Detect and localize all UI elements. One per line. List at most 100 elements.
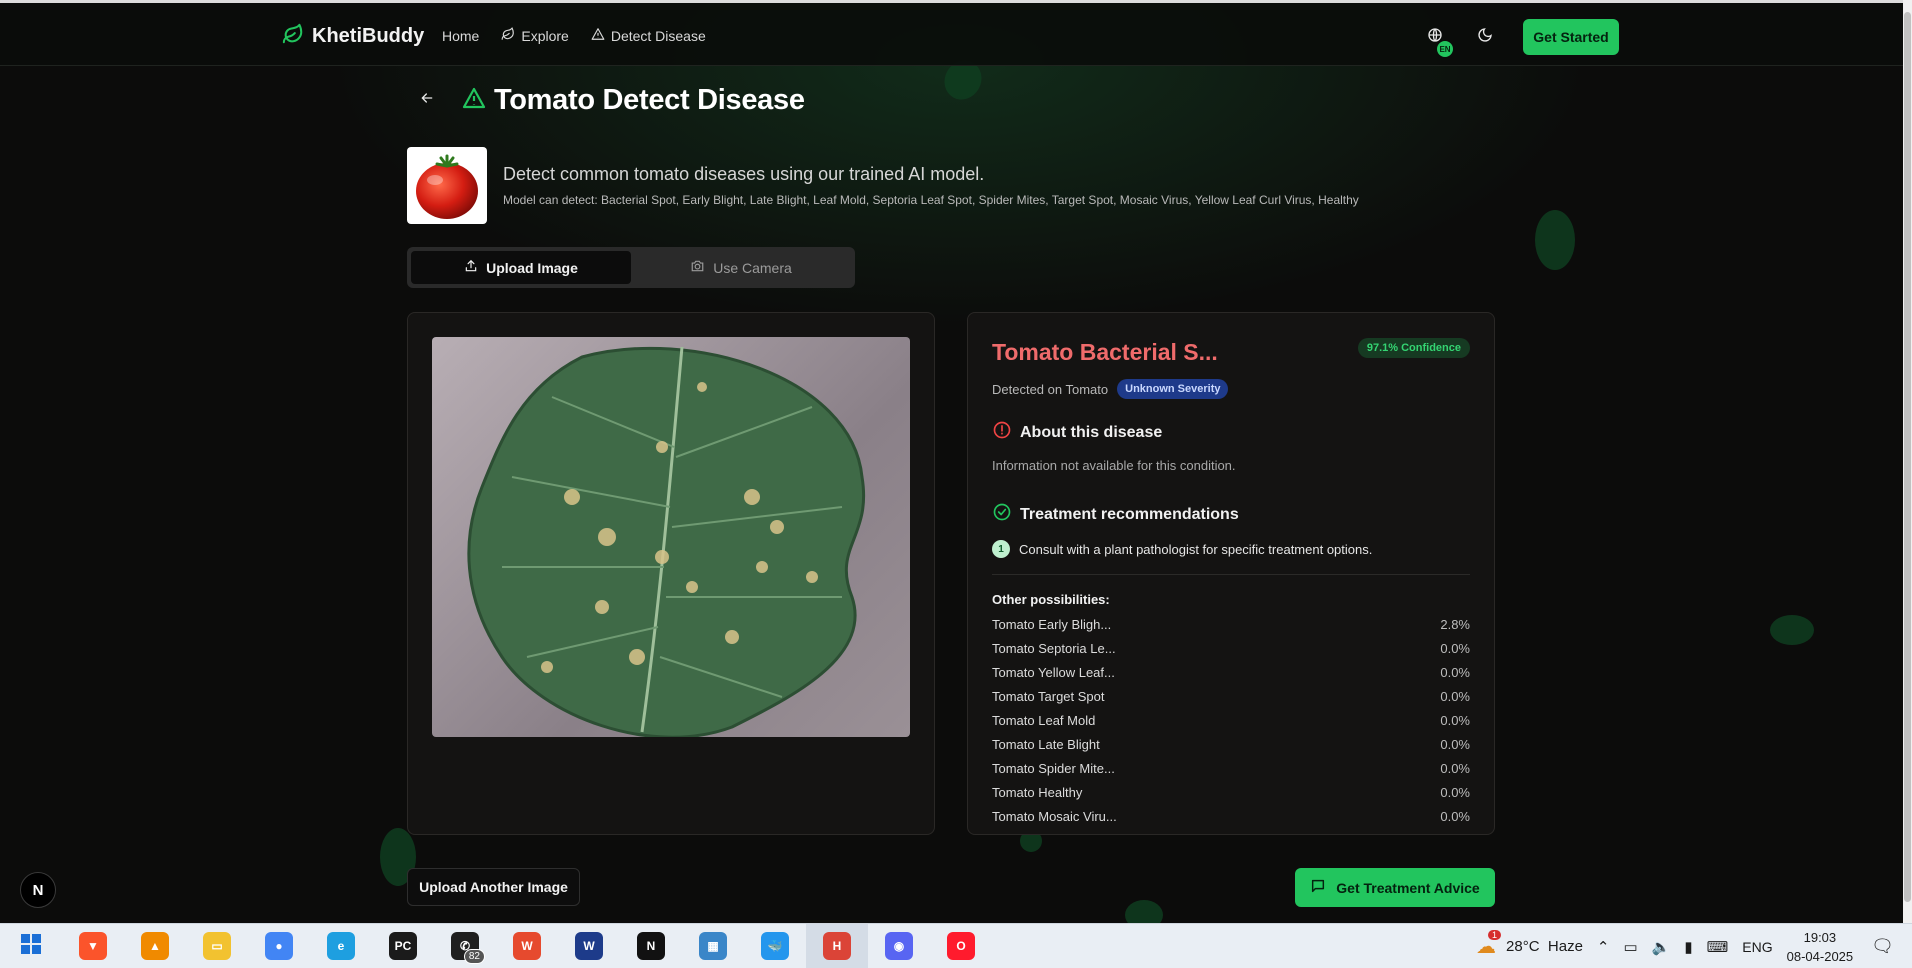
scrollbar-thumb[interactable] <box>1904 12 1911 902</box>
list-item: Tomato Early Bligh... 2.8% <box>992 617 1470 641</box>
get-treatment-advice-button[interactable]: Get Treatment Advice <box>1295 868 1495 907</box>
possibility-name: Tomato Early Bligh... <box>992 617 1112 632</box>
brand[interactable]: KhetiBuddy <box>282 23 424 50</box>
brave-icon: ▼ <box>79 932 107 960</box>
weather-widget[interactable]: ☁ 1 28°C Haze <box>1476 930 1583 959</box>
treatment-number: 1 <box>992 540 1010 558</box>
possibility-name: Tomato Yellow Leaf... <box>992 665 1115 680</box>
weather-text: 28°C Haze <box>1506 938 1583 955</box>
tray-overflow-chevron-up-icon[interactable]: ⌃ <box>1597 938 1610 956</box>
nav-detect-disease[interactable]: Detect Disease <box>591 27 706 44</box>
theme-toggle[interactable] <box>1473 25 1497 49</box>
about-text: Information not available for this condi… <box>992 458 1236 473</box>
chat-bubble-icon <box>1310 878 1326 897</box>
upload-another-button[interactable]: Upload Another Image <box>407 868 580 906</box>
main-nav: Home Explore Detect Disease <box>442 27 706 44</box>
warning-triangle-icon <box>462 86 486 115</box>
nav-home[interactable]: Home <box>442 27 479 44</box>
page-scrollbar[interactable] <box>1903 0 1912 923</box>
system-tray: ☁ 1 28°C Haze ⌃ ▭ 🔈 ▮ ⌨ ENG 19:03 08-04-… <box>1476 924 1912 968</box>
chrome-icon: ● <box>265 932 293 960</box>
list-item: Tomato Late Blight 0.0% <box>992 737 1470 761</box>
result-panel: Tomato Bacterial S... 97.1% Confidence D… <box>967 312 1495 835</box>
possibility-name: Tomato Spider Mite... <box>992 761 1115 776</box>
nav-explore[interactable]: Explore <box>501 27 569 44</box>
taskbar-app-vlc[interactable]: ▲ <box>124 924 186 968</box>
file-explorer-icon: ▭ <box>203 932 231 960</box>
windows-logo-icon <box>21 933 41 959</box>
taskbar-app-pycharm[interactable]: PC <box>372 924 434 968</box>
taskbar-app-chrome-profile[interactable]: H <box>806 923 868 968</box>
upload-icon <box>464 259 478 276</box>
taskbar-app-docker[interactable]: 🐳 <box>744 924 806 968</box>
tab-upload-image[interactable]: Upload Image <box>411 251 631 284</box>
warning-triangle-icon <box>591 27 605 44</box>
start-button[interactable] <box>0 924 62 968</box>
about-section-heading: About this disease <box>992 420 1470 445</box>
control-panel-icon: ▦ <box>699 932 727 960</box>
treatment-item: 1 Consult with a plant pathologist for s… <box>992 540 1470 558</box>
unread-count-badge: 82 <box>463 948 485 964</box>
crop-intro: Detect common tomato diseases using our … <box>407 147 1359 224</box>
uploaded-leaf-image <box>432 337 910 737</box>
possibility-value: 2.8% <box>1440 617 1470 632</box>
clock[interactable]: 19:03 08-04-2025 <box>1787 928 1854 966</box>
pycharm-icon: PC <box>389 932 417 960</box>
leaf-icon <box>501 27 515 44</box>
back-button[interactable] <box>412 86 442 116</box>
dev-indicator-button[interactable]: N <box>20 872 56 908</box>
language-indicator[interactable]: ENG <box>1742 939 1772 955</box>
edge-icon: e <box>327 932 355 960</box>
nav-detect-label: Detect Disease <box>610 27 706 44</box>
chrome-profile-icon: H <box>823 932 851 960</box>
list-item: Tomato Healthy 0.0% <box>992 785 1470 809</box>
taskbar-app-chrome[interactable]: ● <box>248 924 310 968</box>
list-item: Tomato Septoria Le... 0.0% <box>992 641 1470 665</box>
treatment-heading-text: Treatment recommendations <box>1020 505 1239 523</box>
notification-icon[interactable]: 🗨 <box>1871 936 1894 957</box>
other-possibilities-heading: Other possibilities: <box>992 592 1110 607</box>
header-actions: EN Get Started <box>1423 19 1619 57</box>
tab-use-camera[interactable]: Use Camera <box>631 251 851 284</box>
possibility-value: 0.0% <box>1440 737 1470 752</box>
volume-icon[interactable]: 🔈 <box>1652 938 1671 956</box>
vlc-icon: ▲ <box>141 932 169 960</box>
treatment-section-heading: Treatment recommendations <box>992 502 1470 527</box>
top-navbar: KhetiBuddy Home Explore Detect Disease E… <box>0 0 1903 66</box>
possibility-name: Tomato Target Spot <box>992 689 1105 704</box>
opera-icon: O <box>947 932 975 960</box>
possibility-value: 0.0% <box>1440 761 1470 776</box>
nav-explore-label: Explore <box>521 27 569 44</box>
taskbar-app-edge[interactable]: e <box>310 924 372 968</box>
taskbar-app-webstorm[interactable]: W <box>558 924 620 968</box>
possibility-value: 0.0% <box>1440 713 1470 728</box>
moon-icon <box>1477 27 1493 48</box>
docker-icon: 🐳 <box>761 932 789 960</box>
weather-alert-badge: 1 <box>1488 930 1502 940</box>
leaf-logo-icon <box>282 23 304 50</box>
taskbar-app-opera[interactable]: O <box>930 924 992 968</box>
keyboard-icon[interactable]: ⌨ <box>1707 938 1729 956</box>
possibility-value: 0.0% <box>1440 641 1470 656</box>
taskbar-app-control-panel[interactable]: ▦ <box>682 924 744 968</box>
taskbar-app-file-explorer[interactable]: ▭ <box>186 924 248 968</box>
possibility-name: Tomato Mosaic Viru... <box>992 809 1117 824</box>
page-title-row: Tomato Detect Disease <box>412 84 805 117</box>
battery-icon[interactable]: ▮ <box>1684 938 1692 956</box>
taskbar-app-whatsapp[interactable]: ✆ 82 <box>434 924 496 968</box>
taskbar-app-brave[interactable]: ▼ <box>62 924 124 968</box>
possibility-value: 0.0% <box>1440 689 1470 704</box>
language-button[interactable]: EN <box>1423 25 1453 57</box>
network-icon[interactable]: ▭ <box>1624 938 1638 956</box>
other-possibilities-list: Tomato Early Bligh... 2.8% Tomato Septori… <box>992 617 1470 833</box>
possibility-name: Tomato Healthy <box>992 785 1083 800</box>
taskbar-app-discord-like[interactable]: ◉ <box>868 924 930 968</box>
get-started-button[interactable]: Get Started <box>1523 19 1619 55</box>
taskbar-app-notion[interactable]: N <box>620 924 682 968</box>
possibility-value: 0.0% <box>1440 665 1470 680</box>
list-item: Tomato Spider Mite... 0.0% <box>992 761 1470 785</box>
wps-office-icon: W <box>513 932 541 960</box>
list-item: Tomato Leaf Mold 0.0% <box>992 713 1470 737</box>
intro-subtitle: Detect common tomato diseases using our … <box>503 164 985 184</box>
taskbar-app-wps-office[interactable]: W <box>496 924 558 968</box>
